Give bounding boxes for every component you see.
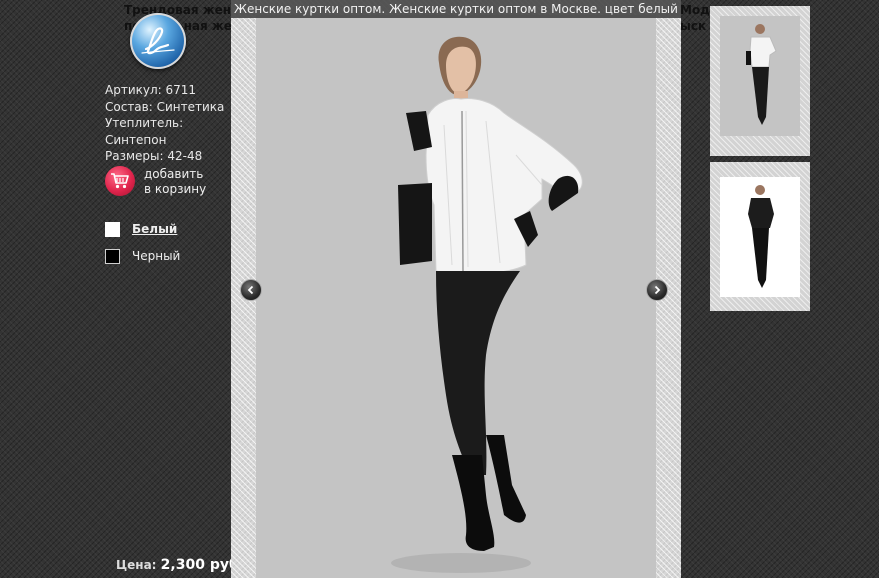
color-label-black: Черный xyxy=(132,249,181,263)
color-option-black[interactable]: Черный xyxy=(105,247,180,265)
color-label-white: Белый xyxy=(132,222,178,236)
chevron-left-icon xyxy=(247,285,254,295)
product-info: Артикул: 6711 Состав: Синтетика Утеплите… xyxy=(105,82,224,165)
description-line-1: Трендовая женск xyxy=(124,3,247,17)
price: Цена: 2,300 руб. xyxy=(116,557,244,573)
insulation-value: Синтепон xyxy=(105,132,167,147)
add-to-cart-line-2: в корзину xyxy=(144,182,207,196)
thumbnail-image-white xyxy=(720,16,800,136)
black-jacket-thumbnail[interactable] xyxy=(710,162,810,311)
thumbnail-image-black xyxy=(720,177,800,297)
lightbox-caption: Женские куртки оптом. Женские куртки опт… xyxy=(231,0,681,18)
sizes: Размеры: 42-48 xyxy=(105,149,203,163)
chevron-right-icon xyxy=(654,285,661,295)
color-options: Белый Черный xyxy=(105,220,180,274)
price-label: Цена: xyxy=(116,558,157,572)
add-to-cart-line-1: добавить xyxy=(144,167,204,181)
shopping-cart-icon xyxy=(105,166,135,196)
color-option-white[interactable]: Белый xyxy=(105,220,180,238)
previous-image-button[interactable] xyxy=(240,279,262,301)
white-jacket-thumbnail[interactable] xyxy=(710,6,810,156)
insulation-label: Утеплитель: xyxy=(105,116,184,130)
add-to-cart-label: добавить в корзину xyxy=(144,166,206,197)
product-photo xyxy=(256,15,656,578)
article-number: Артикул: 6711 xyxy=(105,83,197,97)
composition: Состав: Синтетика xyxy=(105,99,225,114)
lightbox-viewer: Женские куртки оптом. Женские куртки опт… xyxy=(231,0,681,578)
model-in-white-jacket-image xyxy=(391,36,583,573)
next-image-button[interactable] xyxy=(646,279,668,301)
script-l-logo-icon xyxy=(141,27,175,55)
add-to-cart-button[interactable]: добавить в корзину xyxy=(105,166,235,200)
brand-logo[interactable] xyxy=(130,13,186,69)
black-swatch xyxy=(105,248,120,264)
white-swatch xyxy=(105,221,120,237)
